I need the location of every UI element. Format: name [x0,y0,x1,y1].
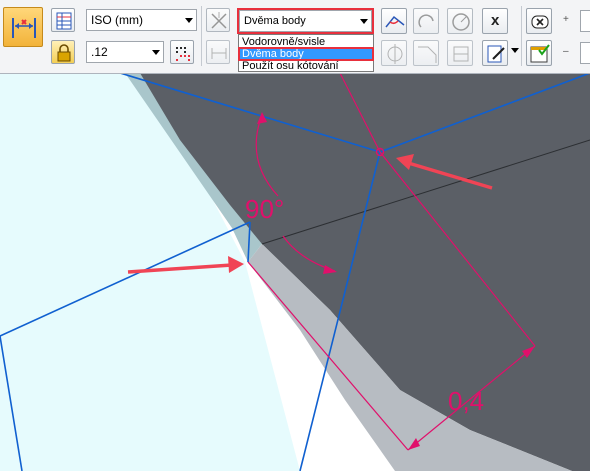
table-icon [56,12,72,30]
dimension-icon [12,18,36,38]
radius-icon [452,13,470,31]
coordinate-tool-button[interactable] [447,40,473,66]
measurement-mode-value: Dvěma body [244,15,306,27]
cross-lines-icon [211,12,227,29]
dimension-standard-combo[interactable]: ISO (mm) [86,9,197,31]
lower-tolerance-field[interactable] [580,42,590,64]
dimension-style-button[interactable] [51,8,75,32]
option-horizontal-vertical[interactable]: Vodorovně/svisle [239,36,373,48]
distance-dimension-label[interactable]: 0,4 [448,388,484,414]
minus-symbol: – [563,46,569,57]
chamfer-icon [418,46,437,63]
toolbar-divider [201,6,202,66]
tolerance-icon [176,47,190,61]
delete-button[interactable]: x [482,8,508,34]
orientation-button[interactable] [206,8,230,32]
precision-value: .12 [91,45,108,59]
edit-properties-dropdown[interactable] [511,48,519,53]
symmetric-icon [387,44,403,64]
toolbar-divider [521,6,522,66]
measurement-mode-dropdown: Vodorovně/svisle Dvěma body Použít osu k… [238,34,374,72]
smart-dimension-button[interactable] [3,7,43,47]
angle-dimension-icon [385,15,405,28]
angle-dimension-label[interactable]: 90° [245,196,284,222]
chamfer-tool-button[interactable] [413,40,439,66]
precision-combo[interactable]: .12 [86,41,164,63]
arc-icon [418,14,434,28]
dimension-standard-value: ISO (mm) [91,13,143,27]
chevron-down-icon [185,18,193,23]
window-check-icon [530,44,550,63]
cancel-button[interactable] [526,8,552,34]
tolerance-button[interactable] [170,40,194,64]
chevron-down-icon [152,50,160,55]
circle-x-icon [531,15,549,29]
radial-tool-button[interactable] [447,8,473,34]
edit-document-icon [487,45,505,63]
option-two-points[interactable]: Dvěma body [238,47,374,61]
edit-properties-button[interactable] [482,40,508,66]
coordinate-icon [453,46,469,62]
symmetric-tool-button[interactable] [381,40,407,66]
lock-button[interactable] [51,40,75,64]
upper-tolerance-field[interactable] [580,10,590,32]
horizontal-dimension-button[interactable] [206,40,230,64]
horizontal-dimension-icon [211,48,227,59]
chevron-down-icon [360,19,368,24]
lock-icon [57,44,71,62]
option-use-dimension-axis[interactable]: Použít osu kótování [239,60,373,72]
angle-tool-button[interactable] [381,8,407,34]
measurement-mode-combo[interactable]: Dvěma body [237,8,374,34]
close-icon: x [491,12,500,29]
plus-symbol: + [563,14,569,25]
accept-button[interactable] [526,40,552,66]
arc-tool-button[interactable] [413,8,439,34]
